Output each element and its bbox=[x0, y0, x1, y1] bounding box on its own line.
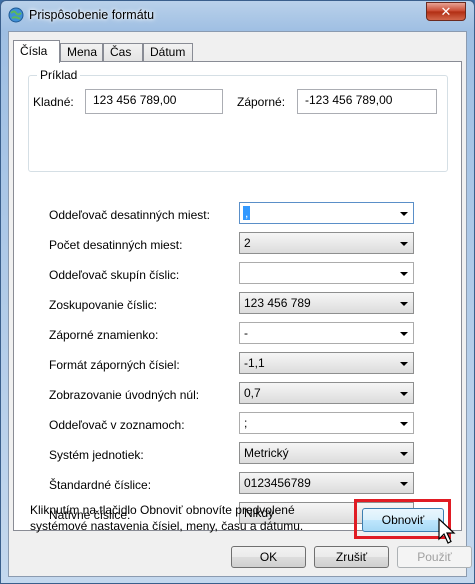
list-separator-select[interactable]: ; bbox=[239, 412, 414, 434]
cancel-button[interactable]: Zrušiť bbox=[314, 546, 389, 568]
example-group-title: Príklad bbox=[37, 68, 81, 82]
tab-numbers[interactable]: Čísla bbox=[13, 40, 60, 63]
numbers-tab-panel: Príklad Kladné: 123 456 789,00 Záporné: … bbox=[13, 61, 462, 531]
chevron-down-icon bbox=[400, 302, 408, 306]
tab-label: Dátum bbox=[150, 45, 186, 59]
dialog-window: Prispôsobenie formátu ✕ Čísla Mena Čas D… bbox=[0, 0, 475, 584]
reset-info-text: Kliknutím na tlačidlo Obnoviť obnovíte p… bbox=[30, 502, 303, 534]
negative-format-select[interactable]: -1,1 bbox=[239, 352, 414, 374]
apply-button[interactable]: Použiť bbox=[397, 546, 472, 568]
tab-label: Čas bbox=[110, 45, 132, 59]
chevron-down-icon bbox=[400, 242, 408, 246]
decimal-separator-select[interactable]: , bbox=[239, 202, 414, 224]
chevron-down-icon bbox=[400, 362, 408, 366]
negative-format-label: Formát záporných čísiel: bbox=[49, 358, 180, 372]
dialog-client: Čísla Mena Čas Dátum Príklad Kladné: 123… bbox=[8, 31, 472, 577]
standard-digits-select[interactable]: 0123456789 bbox=[239, 472, 414, 494]
digit-grouping-select[interactable]: 123 456 789 bbox=[239, 292, 414, 314]
reset-button[interactable]: Obnoviť bbox=[362, 508, 444, 532]
decimal-digits-label: Počet desatinných miest: bbox=[49, 238, 183, 252]
positive-label: Kladné: bbox=[33, 95, 74, 109]
list-separator-label: Oddeľovač v zoznamoch: bbox=[49, 418, 185, 432]
tab-label: Čísla bbox=[20, 44, 48, 58]
group-separator-select[interactable] bbox=[239, 262, 414, 284]
chevron-down-icon bbox=[400, 482, 408, 486]
tab-date[interactable]: Dátum bbox=[143, 43, 193, 62]
list-separator-value: ; bbox=[244, 416, 248, 430]
decimal-digits-select[interactable]: 2 bbox=[239, 232, 414, 254]
reset-info-line: systémové nastavenia čísiel, meny, času … bbox=[30, 519, 304, 533]
window-title: Prispôsobenie formátu bbox=[29, 8, 155, 22]
chevron-down-icon bbox=[400, 452, 408, 456]
chevron-down-icon bbox=[400, 332, 408, 336]
chevron-down-icon bbox=[400, 422, 408, 426]
decimal-digits-value: 2 bbox=[244, 236, 251, 250]
negative-sample: -123 456 789,00 bbox=[297, 89, 437, 114]
decimal-separator-value: , bbox=[243, 206, 251, 220]
measurement-system-select[interactable]: Metrický bbox=[239, 442, 414, 464]
chevron-down-icon bbox=[400, 212, 408, 216]
negative-format-value: -1,1 bbox=[244, 356, 265, 370]
reset-info-line: Kliknutím na tlačidlo Obnoviť obnovíte p… bbox=[30, 503, 295, 517]
leading-zeros-label: Zobrazovanie úvodných núl: bbox=[49, 388, 200, 402]
decimal-separator-label: Oddeľovač desatinných miest: bbox=[49, 208, 210, 222]
negative-sign-select[interactable]: - bbox=[239, 322, 414, 344]
positive-sample: 123 456 789,00 bbox=[85, 89, 223, 114]
leading-zeros-select[interactable]: 0,7 bbox=[239, 382, 414, 404]
digit-grouping-label: Zoskupovanie číslic: bbox=[49, 298, 158, 312]
group-separator-label: Oddeľovač skupín číslic: bbox=[49, 268, 180, 282]
mouse-cursor-icon bbox=[438, 517, 456, 544]
tab-currency[interactable]: Mena bbox=[60, 43, 103, 62]
ok-button[interactable]: OK bbox=[231, 546, 306, 568]
standard-digits-label: Štandardné číslice: bbox=[49, 478, 152, 492]
negative-sign-label: Záporné znamienko: bbox=[49, 328, 159, 342]
chevron-down-icon bbox=[400, 392, 408, 396]
measurement-system-label: Systém jednotiek: bbox=[49, 448, 144, 462]
title-bar[interactable]: Prispôsobenie formátu ✕ bbox=[1, 1, 474, 29]
globe-icon bbox=[8, 7, 24, 23]
measurement-system-value: Metrický bbox=[244, 446, 289, 460]
digit-grouping-value: 123 456 789 bbox=[244, 296, 311, 310]
negative-label: Záporné: bbox=[237, 95, 286, 109]
chevron-down-icon bbox=[400, 272, 408, 276]
standard-digits-value: 0123456789 bbox=[244, 476, 311, 490]
example-group: Príklad Kladné: 123 456 789,00 Záporné: … bbox=[28, 68, 448, 172]
negative-sign-value: - bbox=[244, 326, 248, 340]
tab-label: Mena bbox=[67, 45, 98, 59]
leading-zeros-value: 0,7 bbox=[244, 386, 261, 400]
close-button[interactable]: ✕ bbox=[426, 2, 466, 21]
tab-time[interactable]: Čas bbox=[103, 43, 143, 62]
